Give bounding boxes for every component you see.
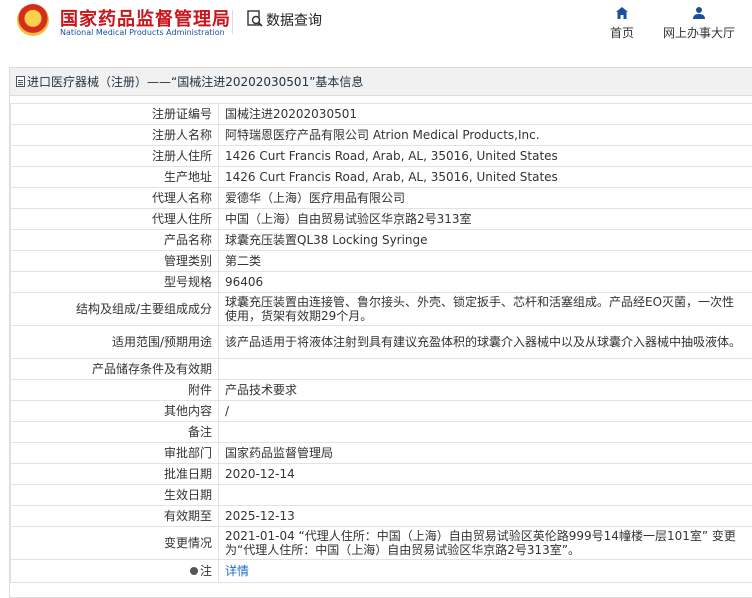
table-row: 产品储存条件及有效期 bbox=[10, 358, 752, 380]
table-row: 管理类别 第二类 bbox=[10, 250, 752, 272]
row-label: 生效日期 bbox=[10, 484, 219, 506]
row-label: 备注 bbox=[10, 421, 219, 443]
row-label: 代理人住所 bbox=[10, 208, 219, 230]
row-value bbox=[218, 484, 752, 506]
table-row: 代理人名称 爱德华（上海）医疗用品有限公司 bbox=[10, 187, 752, 209]
table-row: 批准日期 2020-12-14 bbox=[10, 463, 752, 485]
row-label: 生产地址 bbox=[10, 166, 219, 188]
nav-home[interactable]: 首页 bbox=[606, 6, 638, 41]
note-label: 注 bbox=[199, 564, 212, 578]
row-value: 2020-12-14 bbox=[218, 463, 752, 485]
row-value: 阿特瑞恩医疗产品有限公司 Atrion Medical Products,Inc… bbox=[218, 124, 752, 146]
row-value: 96406 bbox=[218, 271, 752, 293]
table-row: 注册人住所 1426 Curt Francis Road, Arab, AL, 3… bbox=[10, 145, 752, 167]
row-value-note: 详情 bbox=[218, 559, 752, 583]
home-icon bbox=[616, 7, 628, 19]
row-value: 球囊充压装置由连接管、鲁尔接头、外壳、锁定扳手、芯杆和活塞组成。产品经EO灭菌，… bbox=[218, 292, 752, 326]
row-value: 2025-12-13 bbox=[218, 505, 752, 527]
table-row: 结构及组成/主要组成成分 球囊充压装置由连接管、鲁尔接头、外壳、锁定扳手、芯杆和活… bbox=[10, 292, 752, 326]
panel-title-text: 进口医疗器械（注册）——“国械注进20202030501”基本信息 bbox=[27, 75, 364, 89]
row-value: 1426 Curt Francis Road, Arab, AL, 35016,… bbox=[218, 145, 752, 167]
nav-online-hall[interactable]: 网上办事大厅 bbox=[660, 6, 738, 41]
data-query-icon bbox=[247, 10, 263, 27]
org-name-en: National Medical Products Administration bbox=[60, 28, 225, 37]
site-header: ★ 国家药品监督管理局 National Medical Products Ad… bbox=[0, 0, 752, 50]
row-value bbox=[218, 421, 752, 443]
section-title: 数据查询 bbox=[266, 13, 322, 29]
row-value: 爱德华（上海）医疗用品有限公司 bbox=[218, 187, 752, 209]
panel-title: 进口医疗器械（注册）——“国械注进20202030501”基本信息 bbox=[10, 68, 752, 96]
table-row: 审批部门 国家药品监督管理局 bbox=[10, 442, 752, 464]
row-value: 国家药品监督管理局 bbox=[218, 442, 752, 464]
table-row: 注册人名称 阿特瑞恩医疗产品有限公司 Atrion Medical Product… bbox=[10, 124, 752, 146]
row-label: 批准日期 bbox=[10, 463, 219, 485]
row-label: 型号规格 bbox=[10, 271, 219, 293]
row-label: 其他内容 bbox=[10, 400, 219, 422]
table-row: 注册证编号 国械注进20202030501 bbox=[10, 103, 752, 125]
info-table: 注册证编号 国械注进20202030501 注册人名称 阿特瑞恩医疗产品有限公司 A… bbox=[10, 103, 752, 583]
table-row: 产品名称 球囊充压装置QL38 Locking Syringe bbox=[10, 229, 752, 251]
row-value: 第二类 bbox=[218, 250, 752, 272]
row-label: 产品储存条件及有效期 bbox=[10, 358, 219, 380]
table-row: 代理人住所 中国（上海）自由贸易试验区华京路2号313室 bbox=[10, 208, 752, 230]
row-value: 2021-01-04 “代理人住所：中国（上海）自由贸易试验区英伦路999号14… bbox=[218, 526, 752, 560]
row-label: 产品名称 bbox=[10, 229, 219, 251]
details-link[interactable]: 详情 bbox=[225, 564, 249, 578]
row-label: 审批部门 bbox=[10, 442, 219, 464]
row-label-note: 注 bbox=[10, 559, 219, 583]
table-row: 适用范围/预期用途 该产品适用于将液体注射到具有建议充盈体积的球囊介入器械中以及从… bbox=[10, 325, 752, 359]
table-row: 生产地址 1426 Curt Francis Road, Arab, AL, 35… bbox=[10, 166, 752, 188]
row-label: 注册人住所 bbox=[10, 145, 219, 167]
row-value: 国械注进20202030501 bbox=[218, 103, 752, 125]
row-label: 有效期至 bbox=[10, 505, 219, 527]
row-label: 注册人名称 bbox=[10, 124, 219, 146]
table-row: 附件 产品技术要求 bbox=[10, 379, 752, 401]
table-row: 注 详情 bbox=[10, 559, 752, 583]
table-row: 其他内容 / bbox=[10, 400, 752, 422]
table-row: 有效期至 2025-12-13 bbox=[10, 505, 752, 527]
row-value: 球囊充压装置QL38 Locking Syringe bbox=[218, 229, 752, 251]
row-label: 管理类别 bbox=[10, 250, 219, 272]
row-label: 变更情况 bbox=[10, 526, 219, 560]
row-label: 适用范围/预期用途 bbox=[10, 325, 219, 359]
lightbulb-icon bbox=[189, 567, 198, 575]
national-emblem-icon: ★ bbox=[17, 4, 49, 36]
row-value: 中国（上海）自由贸易试验区华京路2号313室 bbox=[218, 208, 752, 230]
row-value: / bbox=[218, 400, 752, 422]
row-label: 注册证编号 bbox=[10, 103, 219, 125]
nav-online-hall-label: 网上办事大厅 bbox=[662, 26, 735, 40]
row-value: 该产品适用于将液体注射到具有建议充盈体积的球囊介入器械中以及从球囊介入器械中抽吸… bbox=[218, 325, 752, 359]
row-label: 附件 bbox=[10, 379, 219, 401]
table-row: 型号规格 96406 bbox=[10, 271, 752, 293]
document-icon bbox=[16, 76, 25, 87]
user-icon bbox=[693, 7, 705, 19]
detail-panel: 进口医疗器械（注册）——“国械注进20202030501”基本信息 注册证编号国… bbox=[9, 67, 752, 598]
row-value bbox=[218, 358, 752, 380]
row-label: 代理人名称 bbox=[10, 187, 219, 209]
row-value: 产品技术要求 bbox=[218, 379, 752, 401]
row-label: 结构及组成/主要组成成分 bbox=[10, 292, 219, 326]
header-divider bbox=[232, 10, 233, 34]
row-value: 1426 Curt Francis Road, Arab, AL, 35016,… bbox=[218, 166, 752, 188]
table-row: 变更情况 2021-01-04 “代理人住所：中国（上海）自由贸易试验区英伦路99… bbox=[10, 526, 752, 560]
table-row: 备注 bbox=[10, 421, 752, 443]
table-row: 生效日期 bbox=[10, 484, 752, 506]
nav-home-label: 首页 bbox=[609, 26, 634, 40]
